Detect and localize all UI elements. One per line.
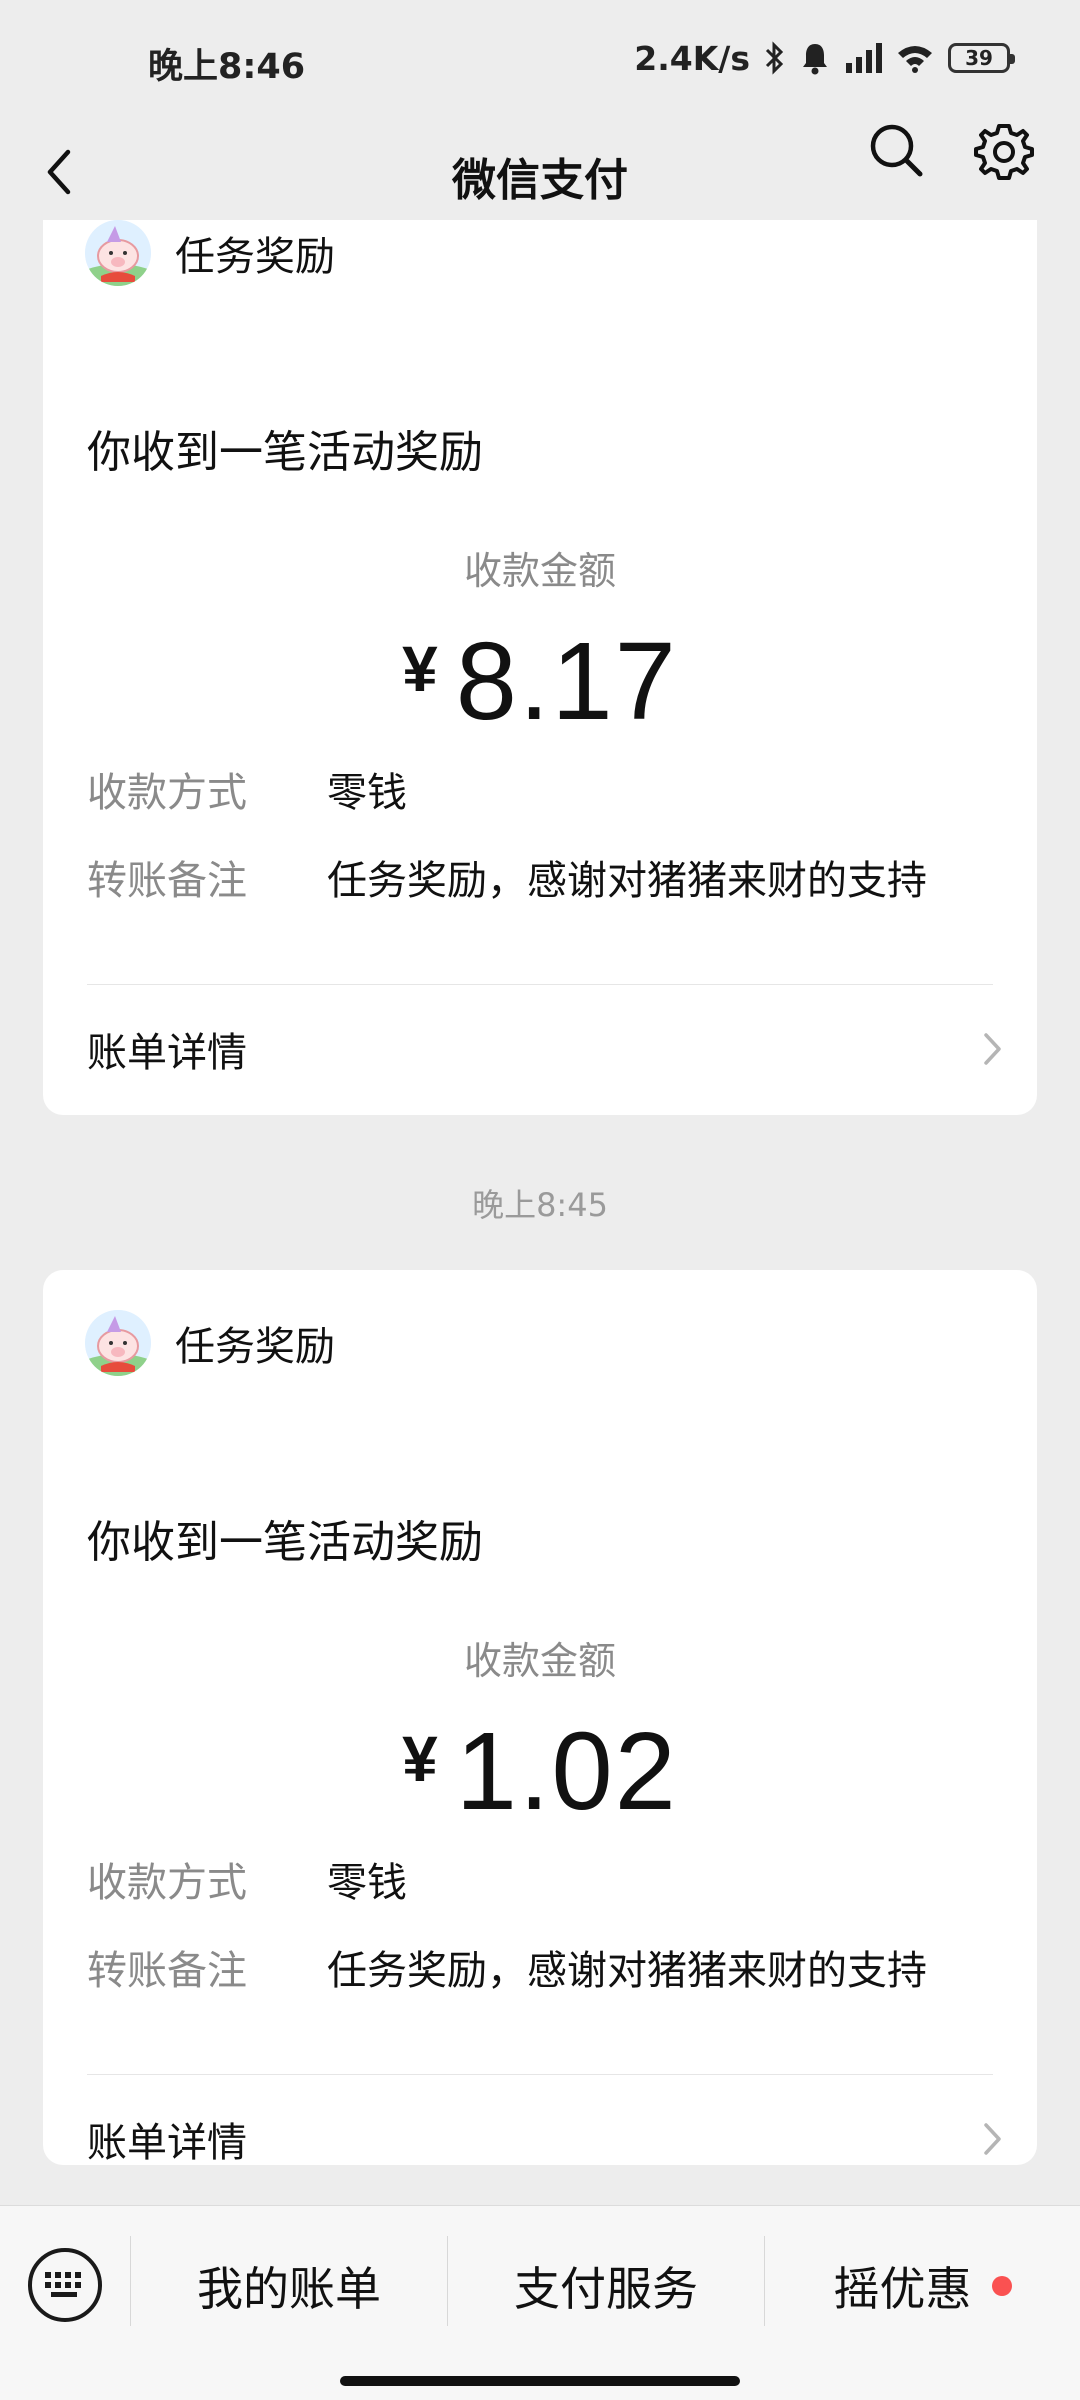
detail-label: 收款方式 bbox=[87, 1860, 247, 1906]
timestamp-separator: 晚上8:45 bbox=[472, 1186, 608, 1224]
chevron-right-icon bbox=[977, 2119, 1007, 2159]
bluetooth-icon bbox=[764, 41, 786, 75]
avatar[interactable] bbox=[85, 220, 151, 286]
detail-value: 任务奖励，感谢对猪猪来财的支持 bbox=[327, 1948, 927, 1994]
payment-method-row: 收款方式 零钱 bbox=[87, 1850, 407, 1908]
payment-card: 任务奖励 你收到一笔活动奖励 收款金额 ¥1.02 收款方式 零钱 转账备注 任… bbox=[43, 1270, 1037, 2168]
home-indicator[interactable] bbox=[340, 2376, 740, 2386]
divider bbox=[87, 984, 993, 985]
amount-value: 8.17 bbox=[455, 620, 678, 743]
amount-display: ¥1.02 bbox=[43, 1708, 1037, 1835]
card-header: 任务奖励 bbox=[85, 220, 335, 286]
payment-services-button[interactable]: 支付服务 bbox=[448, 2246, 764, 2326]
detail-label: 转账备注 bbox=[87, 858, 247, 904]
currency-symbol: ¥ bbox=[402, 633, 438, 705]
amount-display: ¥8.17 bbox=[43, 618, 1037, 745]
amount-value: 1.02 bbox=[455, 1710, 678, 1833]
amount-label: 收款金额 bbox=[463, 549, 616, 593]
bottom-toolbar: 我的账单 支付服务 摇优惠 bbox=[0, 2205, 1080, 2400]
signal-icon bbox=[844, 43, 882, 73]
my-bills-button[interactable]: 我的账单 bbox=[131, 2246, 447, 2326]
transfer-note-row: 转账备注 任务奖励，感谢对猪猪来财的支持 bbox=[87, 848, 927, 906]
bill-details-link[interactable]: 账单详情 bbox=[87, 1020, 1007, 1078]
detail-value: 零钱 bbox=[327, 1860, 407, 1906]
avatar[interactable] bbox=[85, 1310, 151, 1376]
detail-value: 任务奖励，感谢对猪猪来财的支持 bbox=[327, 858, 927, 904]
keyboard-icon[interactable] bbox=[28, 2248, 102, 2322]
divider bbox=[87, 2074, 993, 2075]
notification-dot bbox=[991, 2276, 1012, 2296]
sender-name: 任务奖励 bbox=[175, 1324, 335, 1370]
wifi-icon bbox=[896, 43, 934, 73]
currency-symbol: ¥ bbox=[402, 1723, 438, 1795]
status-bar: 晚上8:46 2.4K/s 39 bbox=[0, 0, 1080, 120]
bell-icon bbox=[800, 41, 830, 75]
gear-icon[interactable] bbox=[974, 122, 1034, 182]
shake-offers-label: 摇优惠 bbox=[833, 2262, 972, 2316]
network-speed: 2.4K/s bbox=[634, 38, 750, 78]
bill-details-label: 账单详情 bbox=[87, 1030, 247, 1076]
shake-offers-button[interactable]: 摇优惠 bbox=[765, 2246, 1080, 2326]
detail-label: 收款方式 bbox=[87, 770, 247, 816]
bill-details-label: 账单详情 bbox=[87, 2120, 247, 2166]
status-icons: 2.4K/s 39 bbox=[634, 34, 1015, 82]
detail-label: 转账备注 bbox=[87, 1948, 247, 1994]
transfer-note-row: 转账备注 任务奖励，感谢对猪猪来财的支持 bbox=[87, 1938, 927, 1996]
bill-details-link[interactable]: 账单详情 bbox=[87, 2110, 1007, 2168]
chevron-right-icon bbox=[977, 1029, 1007, 1069]
search-icon[interactable] bbox=[868, 122, 924, 178]
card-header: 任务奖励 bbox=[85, 1310, 335, 1376]
payment-method-row: 收款方式 零钱 bbox=[87, 760, 407, 818]
battery-indicator: 39 bbox=[948, 43, 1015, 73]
card-headline: 你收到一笔活动奖励 bbox=[87, 1517, 483, 1568]
message-list[interactable]: 任务奖励 你收到一笔活动奖励 收款金额 ¥8.17 收款方式 零钱 转账备注 任… bbox=[0, 220, 1080, 2205]
payment-card: 任务奖励 你收到一笔活动奖励 收款金额 ¥8.17 收款方式 零钱 转账备注 任… bbox=[43, 220, 1037, 1115]
card-headline: 你收到一笔活动奖励 bbox=[87, 427, 483, 478]
sender-name: 任务奖励 bbox=[175, 234, 335, 280]
status-time: 晚上8:46 bbox=[148, 47, 306, 87]
detail-value: 零钱 bbox=[327, 770, 407, 816]
amount-label: 收款金额 bbox=[463, 1639, 616, 1683]
